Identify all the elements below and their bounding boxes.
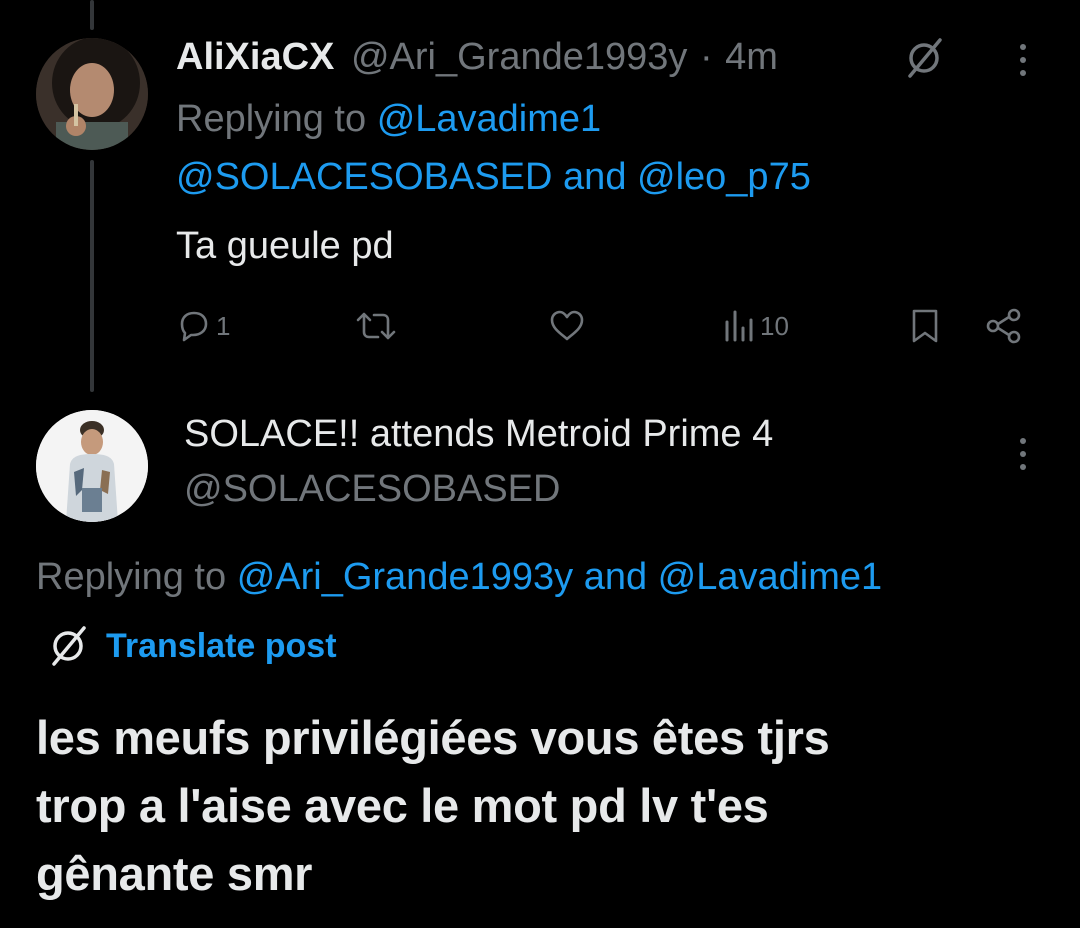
share-button[interactable] bbox=[984, 304, 1024, 348]
replying-to-line: Replying to @Ari_Grande1993y and @Lavadi… bbox=[36, 554, 882, 600]
avatar[interactable] bbox=[36, 38, 148, 150]
replying-to-label: Replying to bbox=[176, 98, 367, 140]
bookmark-icon bbox=[912, 309, 938, 343]
grok-icon[interactable] bbox=[902, 36, 946, 80]
handle[interactable]: @SOLACESOBASED bbox=[184, 466, 560, 512]
view-count: 10 bbox=[760, 310, 789, 341]
mention-link[interactable]: @Lavadime1 bbox=[377, 98, 601, 140]
bookmark-button[interactable] bbox=[908, 304, 942, 348]
separator: · bbox=[699, 36, 713, 78]
display-name[interactable]: SOLACE!! attends Metroid Prime 4 bbox=[184, 410, 773, 458]
translate-label: Translate post bbox=[106, 626, 337, 665]
avatar[interactable] bbox=[36, 410, 148, 522]
display-name[interactable]: AliXiaCX bbox=[176, 36, 334, 78]
and-word: and bbox=[583, 556, 648, 598]
mention-link[interactable]: @leo_p75 bbox=[637, 156, 811, 198]
thread-line-top bbox=[90, 0, 94, 30]
reply-button[interactable]: 1 bbox=[176, 304, 230, 348]
like-icon bbox=[550, 310, 584, 341]
thread-line bbox=[90, 160, 94, 392]
replying-to-label: Replying to bbox=[36, 556, 227, 598]
reply-icon bbox=[180, 311, 208, 342]
more-options-icon[interactable] bbox=[1018, 438, 1028, 470]
mention-link[interactable]: @Lavadime1 bbox=[658, 556, 882, 598]
share-icon bbox=[986, 308, 1021, 344]
and-word: and bbox=[563, 156, 627, 198]
mention-link[interactable]: @SOLACESOBASED bbox=[176, 156, 552, 198]
views-icon bbox=[725, 310, 753, 342]
mention-link[interactable]: @Ari_Grande1993y bbox=[237, 556, 573, 598]
timestamp[interactable]: 4m bbox=[725, 36, 778, 78]
replying-to-line-1: Replying to @Lavadime1 bbox=[176, 96, 601, 142]
translate-post-button[interactable]: Translate post bbox=[46, 624, 337, 668]
replying-to-line-2: @SOLACESOBASED and @leo_p75 bbox=[176, 154, 811, 200]
avatar-photo bbox=[36, 38, 148, 150]
grok-icon bbox=[52, 626, 86, 666]
tweet-text: les meufs privilégiées vous êtes tjrs tr… bbox=[36, 711, 830, 900]
action-bar: 1 10 bbox=[176, 304, 1036, 348]
like-button[interactable] bbox=[548, 304, 590, 348]
more-options-icon[interactable] bbox=[1018, 44, 1028, 76]
tweet-text: Ta gueule pd bbox=[176, 225, 394, 267]
reply-count: 1 bbox=[216, 310, 231, 341]
tweet-header: AliXiaCX @Ari_Grande1993y · 4m bbox=[176, 34, 778, 80]
repost-icon bbox=[356, 312, 396, 340]
views-button[interactable]: 10 bbox=[722, 304, 789, 348]
avatar-photo bbox=[36, 410, 148, 522]
repost-button[interactable] bbox=[354, 304, 402, 348]
handle[interactable]: @Ari_Grande1993y bbox=[351, 36, 687, 78]
